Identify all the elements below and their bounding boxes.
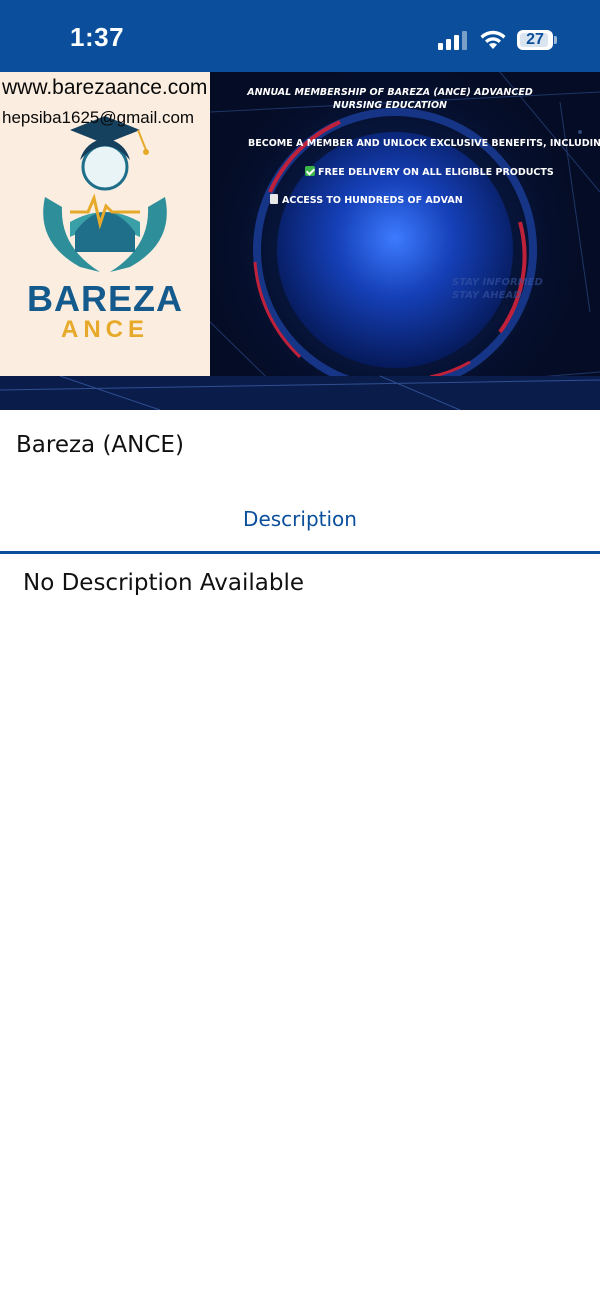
promo-benefit-delivery: FREE DELIVERY ON ALL ELIGIBLE PRODUCTS	[305, 166, 554, 178]
battery-level-text: 27	[526, 31, 544, 48]
promo-benefit-delivery-text: FREE DELIVERY ON ALL ELIGIBLE PRODUCTS	[318, 167, 554, 178]
bareza-logo-graphic	[43, 116, 167, 272]
status-time: 1:37	[70, 22, 125, 52]
brand-subname: ANCE	[60, 316, 149, 343]
product-banner-image: BAREZA ANCE www.barezaance.com hepsiba16…	[0, 72, 600, 410]
product-title: Bareza (ANCE)	[16, 432, 184, 458]
promo-benefit-access: ACCESS TO HUNDREDS OF ADVAN	[270, 194, 463, 206]
tab-description-label: Description	[243, 507, 357, 531]
promo-headline: BECOME A MEMBER AND UNLOCK EXCLUSIVE BEN…	[248, 138, 600, 149]
battery-icon: 27	[517, 30, 557, 50]
banner-email: hepsiba1625@gmail.com	[2, 108, 195, 127]
brand-name: BAREZA	[27, 278, 183, 319]
tab-active-indicator	[0, 551, 600, 554]
banner-website-url: www.barezaance.com	[2, 76, 208, 99]
tab-description[interactable]: Description	[0, 497, 600, 553]
status-bar: 1:37 27	[0, 0, 600, 72]
checkmark-icon	[305, 166, 315, 176]
promo-faded-line-2: STAY AHEAD	[452, 290, 522, 301]
description-text: No Description Available	[23, 570, 304, 596]
promo-title: ANNUAL MEMBERSHIP OF BAREZA (ANCE) ADVAN…	[247, 87, 533, 111]
promo-faded-line-1: STAY INFORMED	[452, 277, 543, 288]
document-icon	[270, 194, 278, 204]
wifi-icon	[480, 30, 506, 49]
cellular-signal-icon	[438, 30, 468, 50]
promo-benefit-access-text: ACCESS TO HUNDREDS OF ADVAN	[282, 195, 463, 206]
promo-faded-tagline: STAY INFORMED STAY AHEAD	[452, 276, 543, 302]
